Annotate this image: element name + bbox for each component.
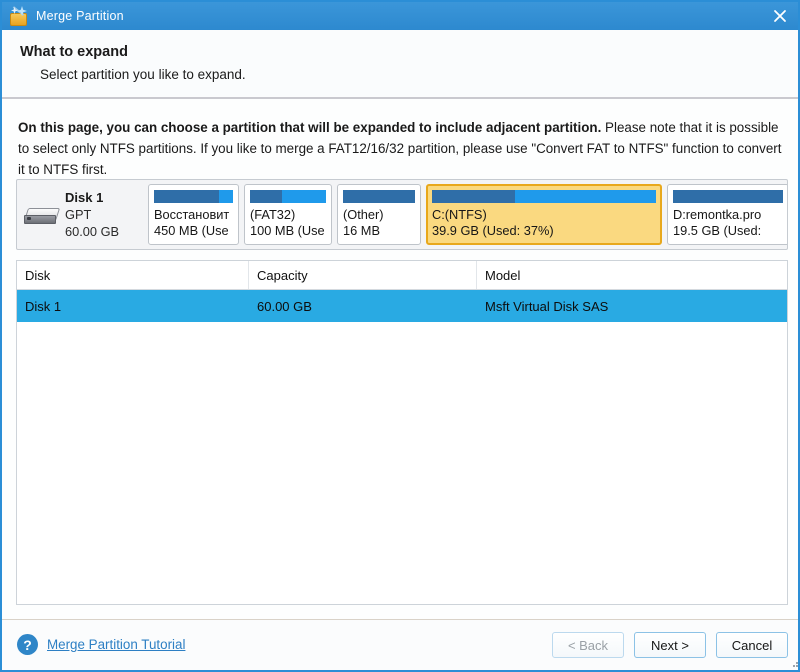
page-title: What to expand — [20, 44, 128, 60]
partition-box[interactable]: (FAT32) 100 MB (Use — [244, 184, 332, 245]
instruction-text: On this page, you can choose a partition… — [18, 117, 786, 180]
wand-partition-icon — [9, 6, 29, 26]
tutorial-link[interactable]: Merge Partition Tutorial — [47, 637, 185, 652]
partition-used-fill — [250, 190, 282, 203]
partition-box[interactable]: (Other) 16 MB — [337, 184, 421, 245]
page-body: On this page, you can choose a partition… — [2, 99, 798, 619]
footer-bar: ? Merge Partition Tutorial < Back Next >… — [2, 620, 798, 670]
column-header-disk[interactable]: Disk — [17, 261, 249, 289]
partition-box[interactable]: D:remontka.pro 19.5 GB (Used: — [667, 184, 787, 245]
partition-name: Восстановит — [154, 207, 230, 222]
cell-disk: Disk 1 — [25, 298, 62, 314]
page-header: What to expand Select partition you like… — [2, 30, 798, 96]
partition-list: Восстановит 450 MB (Use (FAT32) 100 MB (Use… — [148, 184, 787, 245]
disk-scheme: GPT — [65, 207, 92, 222]
partition-size: 19.5 GB (Used: — [673, 223, 762, 238]
disk-summary: Disk 1 GPT 60.00 GB — [22, 184, 148, 245]
instruction-emphasis: On this page, you can choose a partition… — [18, 120, 602, 135]
partition-size: 16 MB — [343, 223, 380, 238]
close-icon[interactable] — [758, 2, 798, 30]
cancel-button[interactable]: Cancel — [716, 632, 788, 658]
column-header-model[interactable]: Model — [477, 261, 787, 289]
partition-size: 450 MB (Use — [154, 223, 229, 238]
merge-partition-window: Merge Partition What to expand Select pa… — [0, 0, 800, 672]
disk-map-strip: Disk 1 GPT 60.00 GB Восстановит 450 MB (U… — [16, 179, 788, 250]
partition-box[interactable]: C:(NTFS) 39.9 GB (Used: 37%) — [426, 184, 662, 245]
partition-size: 100 MB (Use — [250, 223, 325, 238]
partition-name: C:(NTFS) — [432, 207, 487, 222]
help-icon[interactable]: ? — [17, 634, 38, 655]
partition-usage-bar — [673, 190, 783, 203]
partition-box[interactable]: Восстановит 450 MB (Use — [148, 184, 239, 245]
page-subtitle: Select partition you like to expand. — [40, 67, 246, 82]
partition-usage-bar — [432, 190, 656, 203]
column-header-capacity[interactable]: Capacity — [249, 261, 477, 289]
table-row[interactable]: Disk 1 60.00 GB Msft Virtual Disk SAS — [17, 290, 787, 322]
resize-grip[interactable] — [789, 658, 798, 668]
partition-used-fill — [673, 190, 783, 203]
hard-disk-icon — [23, 206, 61, 224]
partition-name: D:remontka.pro — [673, 207, 762, 222]
partition-usage-bar — [343, 190, 415, 203]
partition-name: (FAT32) — [250, 207, 296, 222]
partition-used-fill — [154, 190, 219, 203]
partition-used-fill — [432, 190, 515, 203]
back-button[interactable]: < Back — [552, 632, 624, 658]
partition-usage-bar — [250, 190, 326, 203]
next-button[interactable]: Next > — [634, 632, 706, 658]
partition-usage-bar — [154, 190, 233, 203]
disk-name: Disk 1 — [65, 190, 104, 205]
disk-size: 60.00 GB — [65, 224, 120, 239]
title-bar: Merge Partition — [2, 2, 798, 30]
disk-table: Disk Capacity Model Disk 1 60.00 GB Msft… — [16, 260, 788, 605]
partition-size: 39.9 GB (Used: 37%) — [432, 223, 554, 238]
cell-capacity: 60.00 GB — [257, 298, 312, 314]
partition-used-fill — [343, 190, 415, 203]
table-header-row: Disk Capacity Model — [17, 261, 787, 290]
window-title: Merge Partition — [36, 9, 124, 23]
partition-name: (Other) — [343, 207, 384, 222]
cell-model: Msft Virtual Disk SAS — [485, 298, 609, 314]
